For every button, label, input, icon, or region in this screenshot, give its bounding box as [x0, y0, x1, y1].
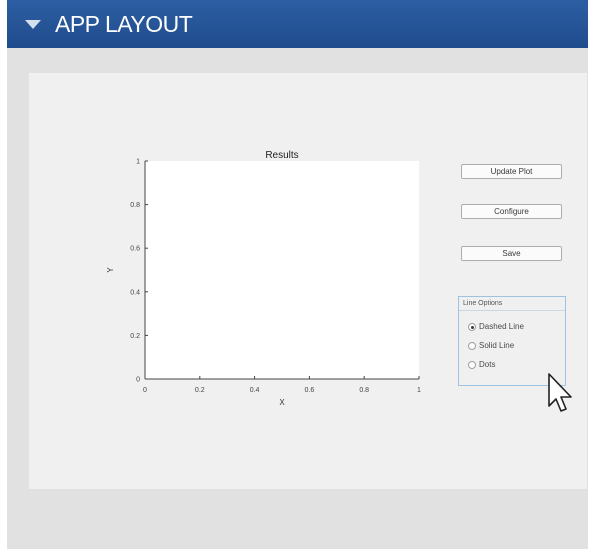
radio-dashed-line[interactable]: Dashed Line — [468, 322, 524, 331]
app-layout-header[interactable]: APP LAYOUT — [7, 0, 588, 48]
y-tick-label: 0 — [136, 377, 140, 384]
x-tick-label: 0.6 — [305, 387, 315, 394]
radio-unchecked-icon[interactable] — [468, 360, 476, 369]
x-tick-label: 0.2 — [195, 387, 205, 394]
results-plot[interactable]: 0 0.2 0.4 0.6 0.8 1 00.20.40.60.81 Results X … — [97, 149, 437, 419]
triangle-down-icon[interactable] — [25, 19, 41, 29]
y-tick-label: 0.2 — [130, 333, 140, 340]
app-window: APP LAYOUT 0 0.2 0.4 0.6 0.8 1 0 0.2 0.4 0.6 0.8 1… — [7, 0, 588, 549]
header-title: APP LAYOUT — [55, 10, 193, 37]
x-tick-label: 1 — [417, 387, 421, 394]
radio-checked-icon[interactable] — [468, 322, 476, 331]
radio-dots[interactable]: Dots — [468, 360, 495, 369]
radio-dashed-line-label: Dashed Line — [479, 322, 524, 331]
radio-solid-line-label: Solid Line — [479, 341, 515, 350]
x-tick-label: 0.8 — [359, 387, 369, 394]
plot-title: Results — [265, 150, 298, 161]
group-divider — [459, 310, 565, 311]
plot-area — [145, 161, 419, 379]
update-plot-button-label: Update Plot — [490, 167, 533, 176]
mouse-pointer-icon — [548, 373, 572, 412]
radio-solid-line[interactable]: Solid Line — [468, 341, 514, 350]
y-tick-label: 0.4 — [130, 289, 140, 296]
configure-button[interactable]: Configure — [461, 204, 562, 219]
y-axis-label: Y — [106, 267, 115, 273]
save-button[interactable]: Save — [461, 246, 562, 261]
x-tick-label: 0 — [143, 387, 147, 394]
app-panel: 0 0.2 0.4 0.6 0.8 1 0 0.2 0.4 0.6 0.8 1 Results X … — [29, 73, 587, 489]
save-button-label: Save — [502, 249, 521, 258]
update-plot-button[interactable]: Update Plot — [461, 164, 562, 179]
y-tick-label: 1 — [136, 159, 140, 166]
line-options-title: Line Options — [463, 300, 503, 307]
radio-unchecked-icon[interactable] — [468, 341, 476, 350]
x-axis-label: X — [279, 398, 285, 407]
y-tick-label: 0.6 — [130, 246, 140, 253]
configure-button-label: Configure — [494, 207, 529, 216]
x-tick-label: 0.4 — [250, 387, 260, 394]
y-tick-label: 0.8 — [130, 202, 140, 209]
radio-dots-label: Dots — [479, 360, 496, 369]
